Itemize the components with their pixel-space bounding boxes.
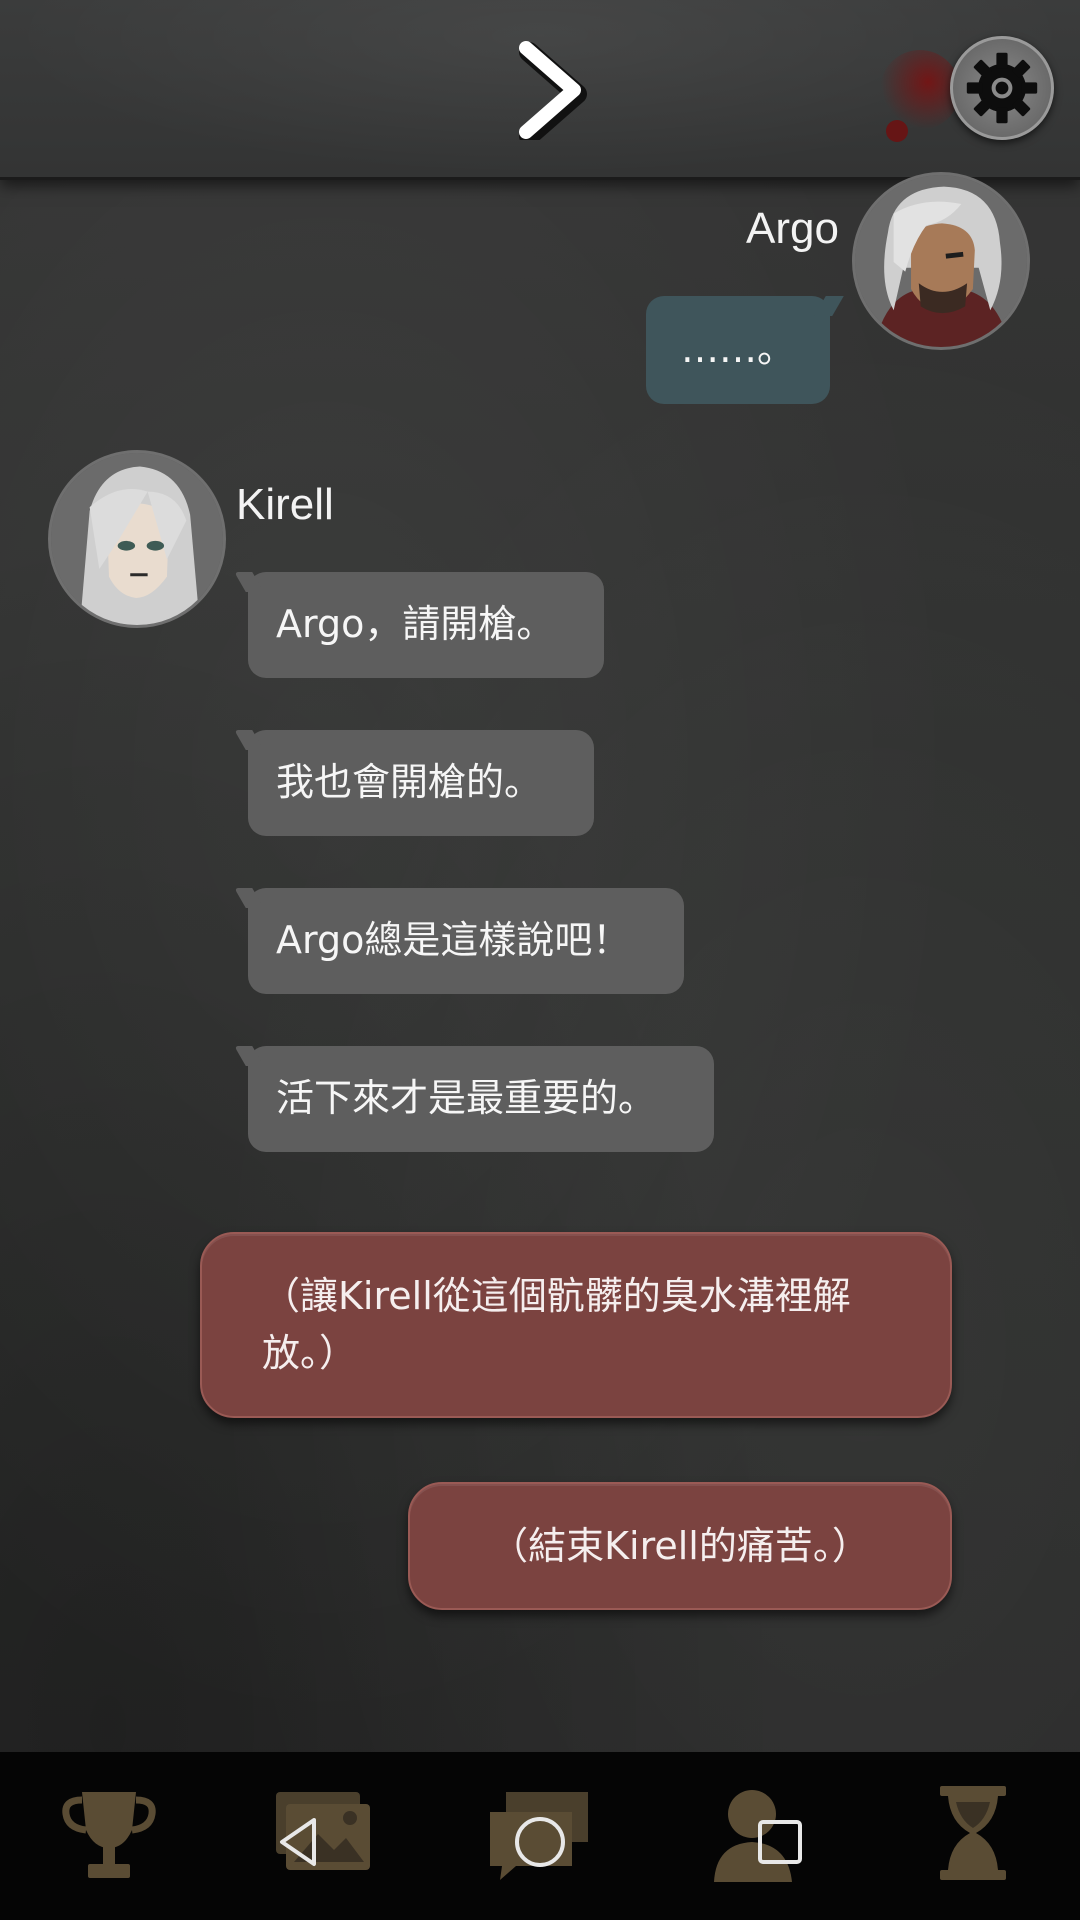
choice-option-1-label: （讓Kirell從這個骯髒的臭水溝裡解放。） <box>262 1274 851 1375</box>
chevron-right-icon[interactable] <box>510 40 590 146</box>
kirell-message: Argo，請開槍。 <box>248 572 604 678</box>
speaker-name-kirell: Kirell <box>236 480 334 529</box>
choice-option-2-label: （結束Kirell的痛苦。） <box>490 1523 870 1568</box>
speaker-name-argo: Argo <box>746 204 839 253</box>
home-icon[interactable] <box>510 1812 570 1872</box>
trophy-icon[interactable] <box>54 1778 164 1888</box>
choice-option-1[interactable]: （讓Kirell從這個骯髒的臭水溝裡解放。） <box>200 1232 952 1418</box>
gear-icon[interactable] <box>950 36 1054 140</box>
top-bar <box>0 0 1080 180</box>
blood-splatter <box>880 50 960 130</box>
game-screen: Argo ……。 Kirell Argo，請開槍。 我也會開槍的。 Argo總是… <box>0 0 1080 1920</box>
back-icon[interactable] <box>270 1812 330 1872</box>
kirell-avatar[interactable] <box>48 450 226 628</box>
argo-avatar[interactable] <box>852 172 1030 350</box>
hourglass-icon[interactable] <box>918 1778 1028 1888</box>
blood-drop <box>886 120 908 142</box>
choice-option-2[interactable]: （結束Kirell的痛苦。） <box>408 1482 952 1610</box>
kirell-message: 活下來才是最重要的。 <box>248 1046 714 1152</box>
recents-icon[interactable] <box>750 1812 810 1872</box>
kirell-message: Argo總是這樣說吧！ <box>248 888 684 994</box>
argo-message: ……。 <box>646 296 830 404</box>
kirell-message: 我也會開槍的。 <box>248 730 594 836</box>
